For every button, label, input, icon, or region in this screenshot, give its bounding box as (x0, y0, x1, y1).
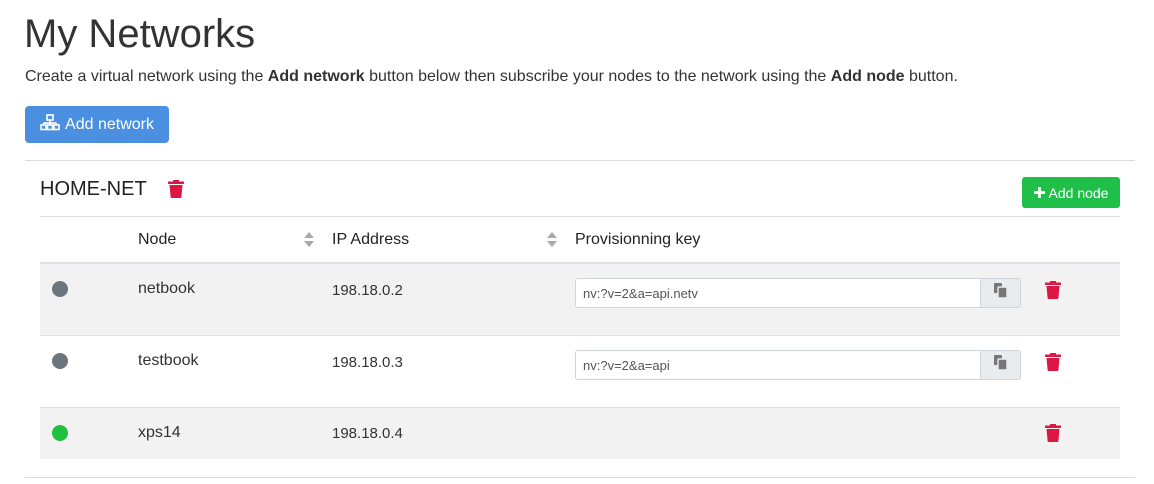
add-network-button[interactable]: Add network (25, 106, 169, 143)
status-dot-icon (52, 353, 68, 369)
sort-icon[interactable] (304, 231, 314, 249)
page: My Networks Create a virtual network usi… (0, 0, 1154, 484)
copy-key-button[interactable] (980, 278, 1021, 308)
intro-text: Create a virtual network using the Add n… (25, 66, 958, 88)
intro-part: Create a virtual network using the (25, 68, 268, 85)
provisioning-key-group (575, 278, 1021, 308)
node-ip: 198.18.0.2 (332, 282, 403, 299)
sort-icon[interactable] (547, 231, 557, 249)
intro-bold-add-network: Add network (267, 68, 365, 85)
column-header-node[interactable]: Node (138, 230, 176, 250)
node-name: testbook (138, 352, 199, 369)
intro-part: button below then subscribe your nodes t… (364, 68, 831, 85)
provisioning-key-group (575, 350, 1021, 380)
delete-node-trash-icon[interactable] (1045, 281, 1061, 299)
table-header: Node IP Address Provisionning key (40, 216, 1120, 264)
delete-node-trash-icon[interactable] (1045, 353, 1061, 371)
column-header-key: Provisionning key (575, 231, 701, 248)
status-dot-icon (52, 281, 68, 297)
delete-network-trash-icon[interactable] (168, 180, 184, 198)
divider (25, 160, 1135, 161)
node-name: xps14 (138, 424, 181, 441)
add-node-button[interactable]: Add node (1022, 177, 1120, 208)
node-ip: 198.18.0.4 (332, 425, 403, 442)
network-icon (40, 113, 60, 136)
copy-key-button[interactable] (980, 350, 1021, 380)
table-row: testbook 198.18.0.3 (40, 336, 1120, 408)
page-title: My Networks (24, 12, 256, 56)
table-row: netbook 198.18.0.2 (40, 264, 1120, 336)
nodes-table: Node IP Address Provisionning key netboo… (40, 216, 1120, 459)
column-header-ip[interactable]: IP Address (332, 230, 409, 250)
provisioning-key-input[interactable] (575, 350, 980, 380)
network-name: HOME-NET (40, 178, 147, 200)
delete-node-trash-icon[interactable] (1045, 424, 1061, 442)
copy-icon (994, 283, 1008, 303)
intro-bold-add-node: Add node (830, 68, 905, 85)
table-row: xps14 198.18.0.4 (40, 408, 1120, 459)
node-name: netbook (138, 280, 195, 297)
add-node-label: Add node (1048, 184, 1109, 201)
provisioning-key-input[interactable] (575, 278, 980, 308)
add-network-label: Add network (65, 115, 154, 133)
plus-icon (1033, 185, 1045, 201)
copy-icon (994, 355, 1008, 375)
divider (25, 477, 1135, 478)
intro-part: button. (904, 68, 958, 85)
status-dot-icon (52, 425, 68, 441)
node-ip: 198.18.0.3 (332, 354, 403, 371)
